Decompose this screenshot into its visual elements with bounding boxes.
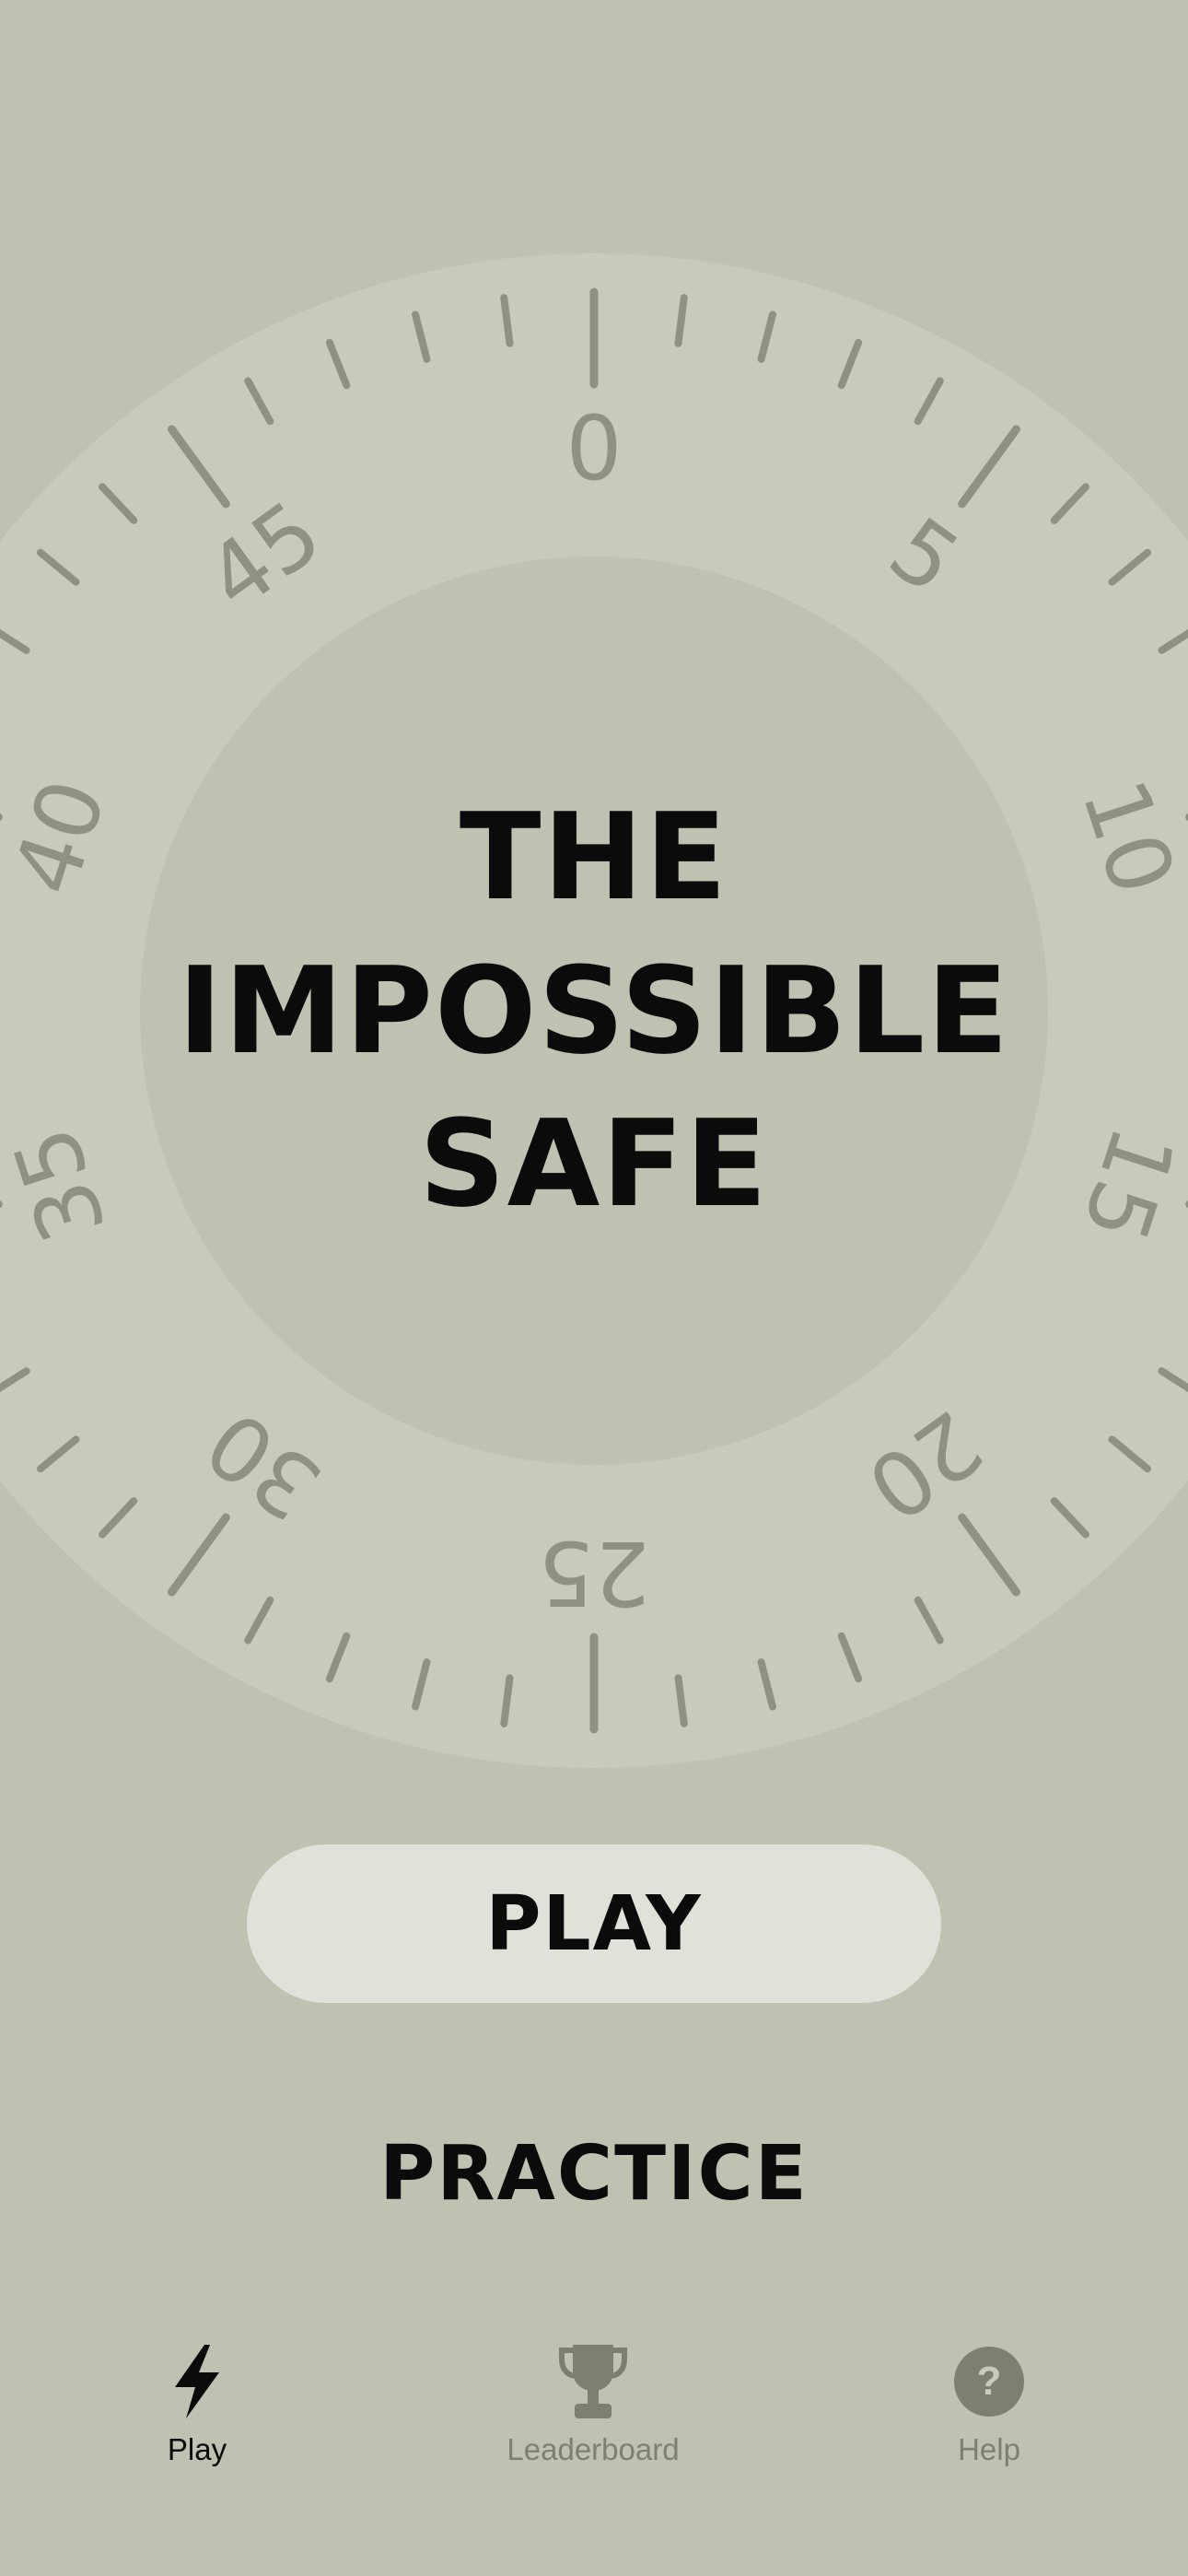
tab-help[interactable]: ? Help: [851, 2340, 1127, 2467]
lightning-icon: [59, 2340, 335, 2423]
practice-button[interactable]: PRACTICE: [0, 2130, 1188, 2218]
dial-number-25: 25: [538, 1521, 650, 1624]
svg-text:?: ?: [977, 2359, 1002, 2404]
trophy-icon: [455, 2340, 731, 2423]
tab-help-label: Help: [958, 2432, 1020, 2466]
title-line-2: IMPOSSIBLE: [177, 941, 1011, 1081]
title-line-3: SAFE: [419, 1094, 769, 1234]
tab-leaderboard-label: Leaderboard: [507, 2432, 680, 2466]
tab-play-label: Play: [167, 2432, 227, 2466]
title-line-1: THE: [459, 787, 729, 927]
question-icon: ?: [851, 2340, 1127, 2423]
tab-play[interactable]: Play: [59, 2340, 335, 2467]
tab-leaderboard[interactable]: Leaderboard: [455, 2340, 731, 2467]
dial-number-0: 0: [565, 397, 622, 500]
play-button[interactable]: PLAY: [247, 1844, 941, 2003]
